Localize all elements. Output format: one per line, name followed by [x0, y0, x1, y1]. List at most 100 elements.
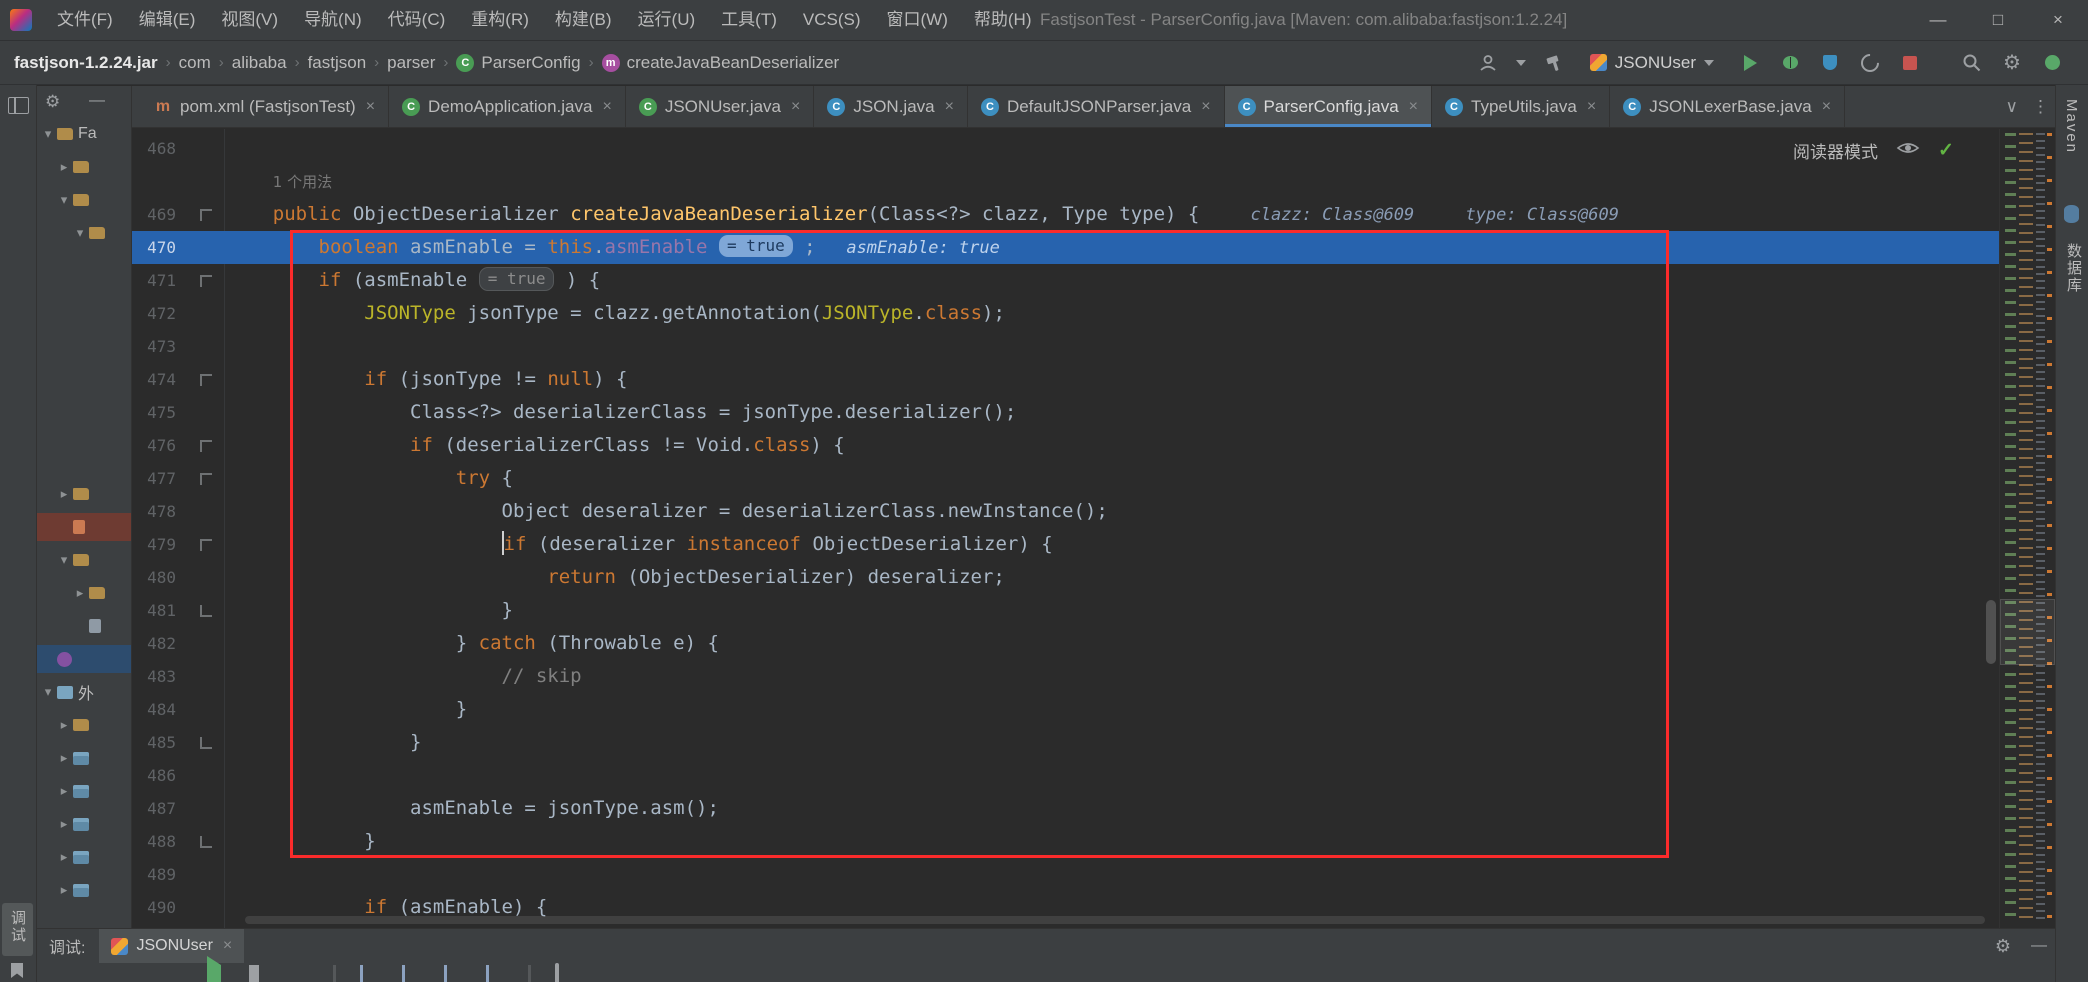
stop-icon[interactable]	[291, 965, 309, 982]
code-line[interactable]: 489	[132, 858, 2000, 891]
minimap-viewport[interactable]	[2000, 599, 2055, 665]
run-to-cursor-icon[interactable]	[486, 965, 504, 982]
menu-item[interactable]: 工具(T)	[708, 0, 790, 40]
fold-icon[interactable]	[200, 472, 212, 485]
inspections-ok-check-icon[interactable]: ✓	[1938, 139, 1954, 162]
chevron-right-icon[interactable]: ▸	[57, 816, 71, 832]
editor-tab[interactable]: C DemoApplication.java ×	[389, 86, 626, 127]
fold-icon[interactable]	[200, 835, 212, 848]
code-line[interactable]: 478 Object deseralizer = deserializerCla…	[132, 495, 2000, 528]
maven-tool-window-button[interactable]: Maven	[2063, 99, 2080, 159]
resume-icon[interactable]	[207, 956, 225, 982]
maximize-icon[interactable]: □	[1968, 0, 2028, 40]
menu-item[interactable]: 窗口(W)	[874, 0, 961, 40]
bookmark-icon[interactable]	[11, 963, 23, 978]
menu-item[interactable]: 导航(N)	[291, 0, 375, 40]
step-over-icon[interactable]	[360, 965, 378, 982]
menu-item[interactable]: 编辑(E)	[126, 0, 209, 40]
chevron-right-icon[interactable]: ▸	[57, 750, 71, 766]
editor-tab[interactable]: C ParserConfig.java ×	[1224, 86, 1433, 127]
tree-item[interactable]: ▸	[37, 810, 131, 838]
code-line[interactable]: 488 }	[132, 825, 2000, 858]
code-line[interactable]: 479 if (deseralizer instanceof ObjectDes…	[132, 528, 2000, 561]
vertical-scrollbar-thumb[interactable]	[1986, 600, 1996, 664]
tree-item[interactable]	[37, 513, 131, 541]
profiler-button[interactable]	[1857, 49, 1883, 76]
tree-item[interactable]: ▾	[37, 186, 131, 214]
close-icon[interactable]: ×	[945, 98, 954, 116]
debug-tool-window-button[interactable]: 调试	[2, 903, 33, 956]
chevron-right-icon[interactable]: ▸	[57, 486, 71, 502]
horizontal-scrollbar-thumb[interactable]	[245, 916, 1985, 924]
settings-gear-icon[interactable]: ⚙	[2000, 51, 2024, 75]
tree-item[interactable]: ▸	[37, 480, 131, 508]
code-line[interactable]: 471 if (asmEnable = true ) {	[132, 264, 2000, 297]
code-line[interactable]: 483 // skip	[132, 660, 2000, 693]
menu-item[interactable]: 代码(C)	[375, 0, 459, 40]
fold-icon[interactable]	[200, 208, 212, 221]
tree-item[interactable]	[37, 645, 131, 673]
code-line[interactable]: 469 public ObjectDeserializer createJava…	[132, 198, 2000, 231]
fold-icon[interactable]	[200, 274, 212, 287]
chevron-down-icon[interactable]: ▾	[73, 225, 87, 241]
code-line[interactable]: 484 }	[132, 693, 2000, 726]
tree-item[interactable]: ▸	[37, 777, 131, 805]
breadcrumb-item[interactable]: com	[179, 53, 211, 73]
close-icon[interactable]: ×	[1587, 98, 1596, 116]
search-everywhere-icon[interactable]	[1960, 51, 1984, 75]
breadcrumb-item[interactable]: parser	[387, 53, 435, 73]
tree-item[interactable]	[37, 612, 131, 640]
tree-item[interactable]: ▸	[37, 744, 131, 772]
menu-item[interactable]: 运行(U)	[625, 0, 709, 40]
build-hammer-icon[interactable]	[1542, 51, 1566, 75]
breadcrumb-item[interactable]: m createJavaBeanDeserializer	[601, 53, 839, 73]
chevron-right-icon[interactable]: ▸	[57, 159, 71, 175]
tree-item[interactable]: ▸	[37, 876, 131, 904]
pause-icon[interactable]	[249, 965, 267, 982]
fold-icon[interactable]	[200, 373, 212, 386]
chevron-right-icon[interactable]: ▸	[57, 882, 71, 898]
tab-options-more-icon[interactable]: ⋮	[2032, 97, 2049, 117]
close-icon[interactable]: ×	[366, 98, 375, 116]
tree-item[interactable]: ▾	[37, 546, 131, 574]
chevron-down-icon[interactable]: ▾	[41, 684, 55, 700]
evaluate-expression-icon[interactable]	[555, 963, 573, 982]
hide-panel-icon[interactable]: —	[2031, 937, 2047, 955]
breadcrumb-item[interactable]: alibaba	[232, 53, 287, 73]
code-line[interactable]: 480 return (ObjectDeserializer) deserali…	[132, 561, 2000, 594]
fold-icon[interactable]	[200, 604, 212, 617]
menu-item[interactable]: 构建(B)	[542, 0, 625, 40]
code-line[interactable]: 486	[132, 759, 2000, 792]
chevron-down-icon[interactable]: ▾	[41, 126, 55, 142]
chevron-down-icon[interactable]: ▾	[57, 192, 71, 208]
tree-item[interactable]: ▾ Fa	[37, 120, 131, 148]
code-line[interactable]: 481 }	[132, 594, 2000, 627]
close-icon[interactable]: ×	[1201, 98, 1210, 116]
gear-icon[interactable]: ⚙	[45, 92, 60, 112]
minimap-scrollbar[interactable]	[1999, 129, 2055, 928]
code-line[interactable]: 1 个用法	[132, 165, 2000, 198]
code-line[interactable]: 473	[132, 330, 2000, 363]
editor-tab[interactable]: C JSONUser.java ×	[626, 86, 815, 127]
highlighting-eye-icon[interactable]	[1896, 140, 1920, 161]
hidden-tabs-chevron-icon[interactable]: ∨	[2006, 97, 2018, 117]
database-tool-window-button[interactable]: 数据库	[2063, 243, 2084, 299]
menu-item[interactable]: 文件(F)	[44, 0, 126, 40]
code-line[interactable]: 477 try {	[132, 462, 2000, 495]
code-line[interactable]: 476 if (deserializerClass != Void.class)…	[132, 429, 2000, 462]
breadcrumb-item[interactable]: fastjson	[308, 53, 367, 73]
step-into-icon[interactable]	[402, 965, 420, 982]
editor-tab[interactable]: C TypeUtils.java ×	[1432, 86, 1611, 127]
database-icon[interactable]	[2064, 205, 2079, 223]
coverage-button[interactable]	[1818, 51, 1842, 75]
tree-item[interactable]: ▸	[37, 711, 131, 739]
chevron-right-icon[interactable]: ▸	[57, 717, 71, 733]
project-tool-window-icon[interactable]	[8, 97, 29, 114]
editor-tab[interactable]: C DefaultJSONParser.java ×	[968, 86, 1225, 127]
chevron-right-icon[interactable]: ▸	[73, 585, 87, 601]
editor-tab[interactable]: m pom.xml (FastjsonTest) ×	[141, 86, 390, 127]
close-icon[interactable]: ×	[1822, 98, 1831, 116]
step-out-icon[interactable]	[444, 965, 462, 982]
chevron-down-icon[interactable]: ▾	[57, 552, 71, 568]
close-icon[interactable]: ×	[602, 98, 611, 116]
